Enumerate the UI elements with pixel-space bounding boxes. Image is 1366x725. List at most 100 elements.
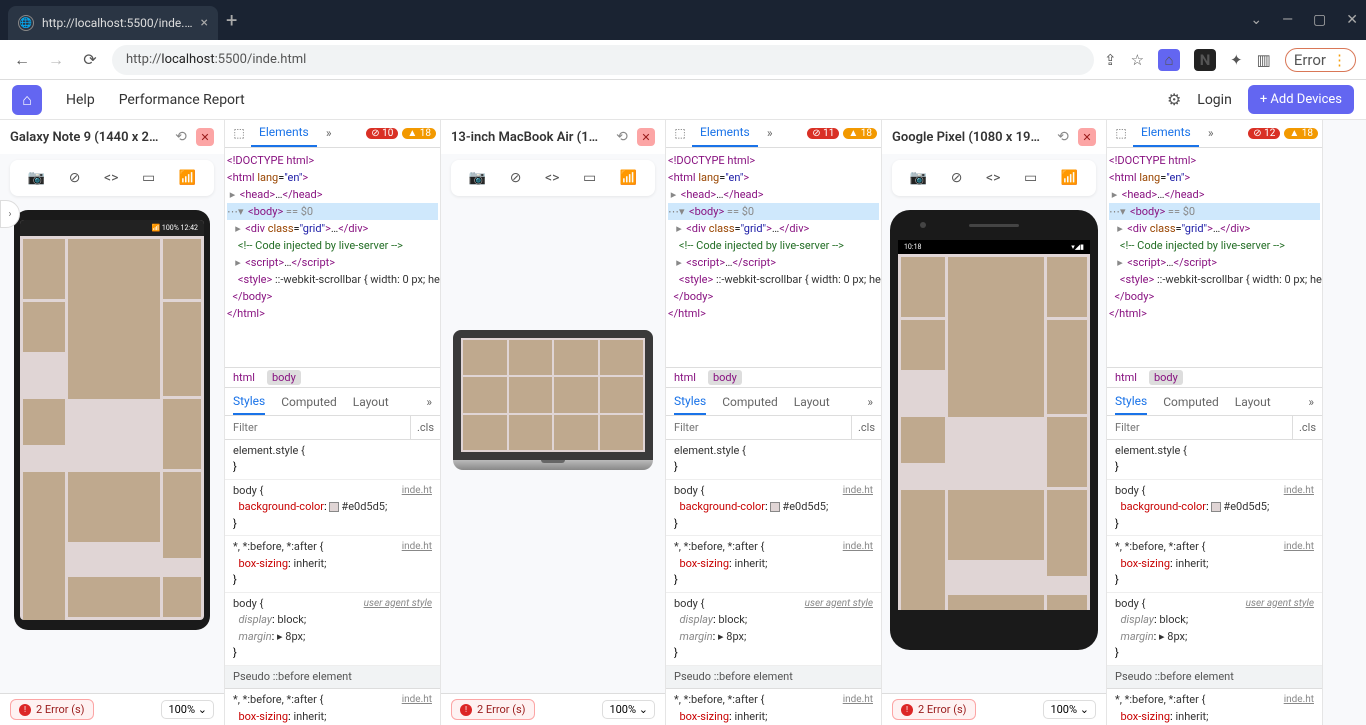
back-button[interactable]: ←: [10, 50, 34, 70]
close-device-button[interactable]: ✕: [196, 128, 214, 146]
maximize-icon[interactable]: ▢: [1313, 12, 1326, 28]
code-icon[interactable]: <>: [104, 170, 118, 186]
error-pill[interactable]: !2 Error (s): [10, 699, 94, 720]
inspect-icon[interactable]: ⬚: [1111, 126, 1131, 140]
wifi-icon[interactable]: 📶: [179, 170, 196, 186]
error-badge[interactable]: Error⋮: [1285, 48, 1356, 72]
breadcrumb[interactable]: htmlbody: [1107, 367, 1322, 389]
extension-icon[interactable]: ⌂: [1158, 49, 1180, 71]
tab-layout[interactable]: Layout: [353, 395, 389, 409]
cls-toggle[interactable]: .cls: [1292, 416, 1322, 439]
dom-tree[interactable]: <!DOCTYPE html> <html lang="en"> ▸<head>…: [1107, 148, 1322, 367]
home-icon[interactable]: ⌂: [12, 85, 42, 115]
share-icon[interactable]: ⇪: [1104, 51, 1117, 69]
filter-input[interactable]: [1107, 416, 1292, 439]
login-link[interactable]: Login: [1197, 92, 1232, 108]
filter-input[interactable]: [666, 416, 851, 439]
cls-toggle[interactable]: .cls: [410, 416, 440, 439]
tab-styles[interactable]: Styles: [674, 394, 706, 415]
performance-link[interactable]: Performance Report: [119, 92, 245, 108]
error-pill[interactable]: !2 Error (s): [892, 699, 976, 720]
rotate-icon[interactable]: ⟲: [1054, 128, 1072, 146]
styles-pane[interactable]: element.style {} inde.htbody { backgroun…: [1107, 440, 1322, 725]
extensions-icon[interactable]: ✦: [1230, 51, 1243, 69]
address-bar[interactable]: http://localhost:5500/inde.html: [112, 45, 1094, 75]
rotate-icon[interactable]: ⟲: [172, 128, 190, 146]
zoom-select[interactable]: 100% ⌄: [1043, 700, 1096, 719]
video-icon[interactable]: ▭: [583, 170, 596, 186]
wifi-icon[interactable]: 📶: [1061, 170, 1078, 186]
device-preview: 10:18▾◢▮: [882, 202, 1106, 693]
tab-elements[interactable]: Elements: [251, 120, 317, 147]
galaxy-note-frame: 📶 100% 12:42: [14, 210, 210, 630]
new-tab-button[interactable]: +: [226, 8, 237, 32]
gear-icon[interactable]: ⚙: [1167, 90, 1181, 109]
chevron-down-icon[interactable]: ⌄: [1250, 12, 1262, 28]
video-icon[interactable]: ▭: [142, 170, 155, 186]
more-icon[interactable]: »: [867, 395, 873, 409]
extension-icon[interactable]: N: [1194, 49, 1216, 71]
tab-elements[interactable]: Elements: [692, 120, 758, 147]
tab-close-icon[interactable]: ×: [201, 15, 208, 31]
reload-button[interactable]: ⟳: [78, 50, 102, 69]
more-tabs-icon[interactable]: »: [760, 126, 780, 140]
more-tabs-icon[interactable]: »: [319, 126, 339, 140]
forward-button[interactable]: →: [44, 50, 68, 70]
help-link[interactable]: Help: [66, 92, 95, 108]
zoom-select[interactable]: 100% ⌄: [602, 700, 655, 719]
devtools-tabs: ⬚ Elements » ⊘ 10 ▲ 18: [225, 120, 440, 148]
video-icon[interactable]: ▭: [1024, 170, 1037, 186]
sidepanel-icon[interactable]: ▥: [1257, 51, 1271, 69]
close-window-icon[interactable]: ✕: [1346, 12, 1358, 28]
dom-tree[interactable]: <!DOCTYPE html> <html lang="en"> ▸<head>…: [666, 148, 881, 367]
code-icon[interactable]: <>: [986, 170, 1000, 186]
styles-pane[interactable]: element.style {} inde.htbody { backgroun…: [225, 440, 440, 725]
camera-icon[interactable]: 📷: [469, 170, 486, 186]
wifi-icon[interactable]: 📶: [620, 170, 637, 186]
no-touch-icon[interactable]: ⊘: [510, 170, 522, 186]
tab-computed[interactable]: Computed: [281, 395, 337, 409]
more-icon[interactable]: »: [426, 395, 432, 409]
error-pill[interactable]: !2 Error (s): [451, 699, 535, 720]
bookmark-icon[interactable]: ☆: [1131, 51, 1144, 69]
more-icon[interactable]: »: [1308, 395, 1314, 409]
inspect-icon[interactable]: ⬚: [670, 126, 690, 140]
code-icon[interactable]: <>: [545, 170, 559, 186]
camera-icon[interactable]: 📷: [28, 170, 45, 186]
no-touch-icon[interactable]: ⊘: [951, 170, 963, 186]
breadcrumb[interactable]: htmlbody: [225, 367, 440, 389]
devtools-tabs: ⬚ Elements » ⊘ 12 ▲ 18: [1107, 120, 1322, 148]
close-device-button[interactable]: ✕: [1078, 128, 1096, 146]
breadcrumb[interactable]: htmlbody: [666, 367, 881, 389]
add-devices-button[interactable]: + Add Devices: [1248, 85, 1354, 114]
inspect-icon[interactable]: ⬚: [229, 126, 249, 140]
zoom-select[interactable]: 100% ⌄: [161, 700, 214, 719]
cls-toggle[interactable]: .cls: [851, 416, 881, 439]
error-count[interactable]: ⊘ 10: [366, 128, 398, 139]
no-touch-icon[interactable]: ⊘: [69, 170, 81, 186]
tab-styles[interactable]: Styles: [1115, 394, 1147, 415]
filter-input[interactable]: [225, 416, 410, 439]
warn-count[interactable]: ▲ 18: [843, 128, 877, 139]
device-header: Galaxy Note 9 (1440 x 2… ⟲ ✕: [0, 120, 224, 154]
minimize-icon[interactable]: —: [1282, 12, 1293, 28]
browser-tab[interactable]: 🌐 http://localhost:5500/inde.html ×: [8, 6, 218, 40]
more-tabs-icon[interactable]: »: [1201, 126, 1221, 140]
tab-computed[interactable]: Computed: [1163, 395, 1219, 409]
tab-layout[interactable]: Layout: [794, 395, 830, 409]
error-count[interactable]: ⊘ 12: [1248, 128, 1280, 139]
styles-pane[interactable]: element.style {} inde.htbody { backgroun…: [666, 440, 881, 725]
tab-styles[interactable]: Styles: [233, 394, 265, 415]
styles-tabs: Styles Computed Layout »: [666, 388, 881, 416]
dom-tree[interactable]: <!DOCTYPE html> <html lang="en"> ▸<head>…: [225, 148, 440, 367]
tab-computed[interactable]: Computed: [722, 395, 778, 409]
close-device-button[interactable]: ✕: [637, 128, 655, 146]
tab-elements[interactable]: Elements: [1133, 120, 1199, 147]
warn-count[interactable]: ▲ 18: [402, 128, 436, 139]
warn-count[interactable]: ▲ 18: [1284, 128, 1318, 139]
device-footer: !2 Error (s) 100% ⌄: [0, 693, 224, 725]
error-count[interactable]: ⊘ 11: [807, 128, 839, 139]
rotate-icon[interactable]: ⟲: [613, 128, 631, 146]
camera-icon[interactable]: 📷: [910, 170, 927, 186]
tab-layout[interactable]: Layout: [1235, 395, 1271, 409]
